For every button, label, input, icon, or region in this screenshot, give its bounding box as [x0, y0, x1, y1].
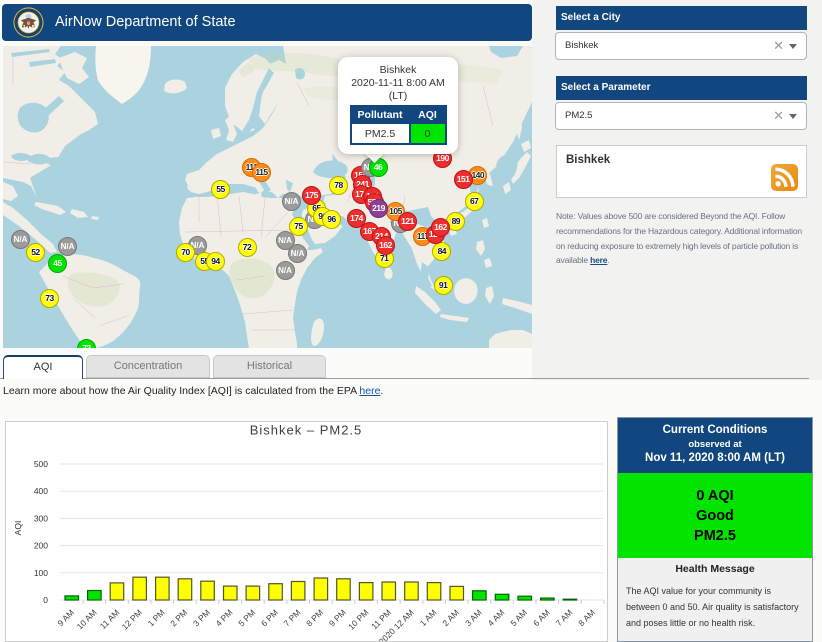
svg-text:4 AM: 4 AM	[486, 607, 507, 628]
svg-text:3 AM: 3 AM	[463, 607, 484, 628]
svg-text:300: 300	[34, 513, 48, 523]
svg-text:7 PM: 7 PM	[282, 607, 303, 628]
svg-text:200: 200	[34, 541, 48, 551]
svg-text:5 AM: 5 AM	[508, 607, 529, 628]
svg-text:3 PM: 3 PM	[191, 607, 212, 628]
svg-text:500: 500	[34, 459, 48, 469]
svg-text:1 PM: 1 PM	[146, 607, 167, 628]
svg-text:2 PM: 2 PM	[168, 607, 189, 628]
svg-text:100: 100	[34, 568, 48, 578]
svg-text:2 AM: 2 AM	[440, 607, 461, 628]
svg-text:11 AM: 11 AM	[98, 607, 122, 631]
svg-text:Bishkek – PM2.5: Bishkek – PM2.5	[250, 423, 363, 438]
svg-text:10 AM: 10 AM	[75, 607, 99, 631]
svg-text:4 PM: 4 PM	[214, 607, 235, 628]
svg-text:400: 400	[34, 486, 48, 496]
svg-text:8 AM: 8 AM	[576, 607, 597, 628]
svg-text:AQI: AQI	[13, 521, 23, 536]
svg-text:7 AM: 7 AM	[554, 607, 575, 628]
svg-text:9 AM: 9 AM	[55, 607, 76, 628]
svg-text:6 AM: 6 AM	[531, 607, 552, 628]
svg-text:8 PM: 8 PM	[304, 607, 325, 628]
svg-text:10 PM: 10 PM	[346, 607, 370, 631]
svg-text:0: 0	[43, 595, 48, 605]
svg-text:12 PM: 12 PM	[120, 607, 144, 631]
svg-text:1 AM: 1 AM	[418, 607, 439, 628]
svg-text:5 PM: 5 PM	[236, 607, 257, 628]
svg-text:9 PM: 9 PM	[327, 607, 348, 628]
svg-text:6 PM: 6 PM	[259, 607, 280, 628]
